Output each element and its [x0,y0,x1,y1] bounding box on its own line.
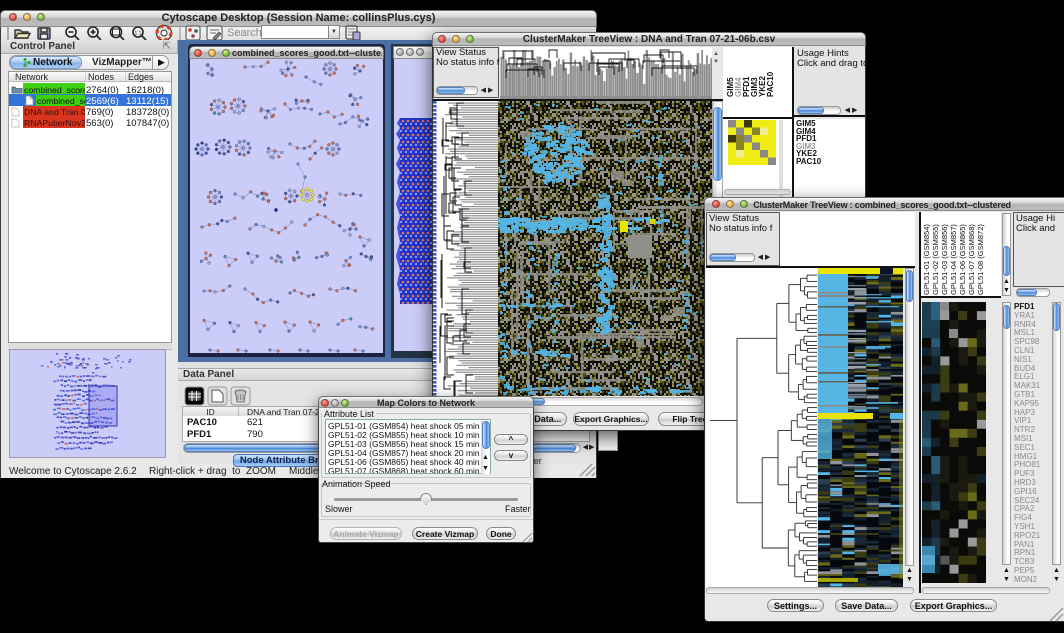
svg-text:1:1: 1:1 [135,31,142,37]
